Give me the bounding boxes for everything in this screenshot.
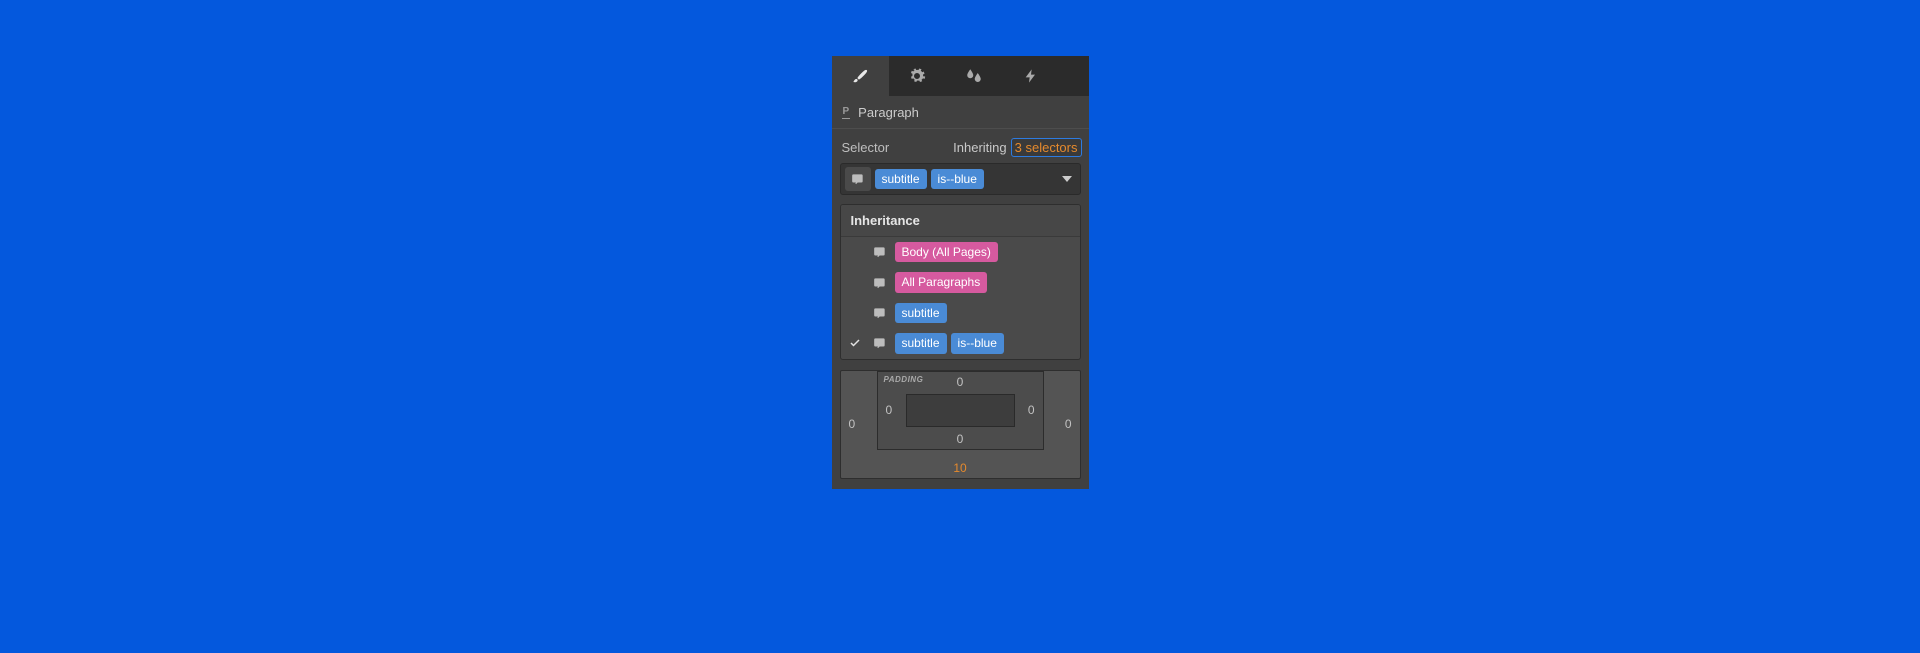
selector-tag: Body (All Pages) [895,242,998,262]
tab-style[interactable] [832,56,889,96]
inheritance-header: Inheritance [841,205,1080,237]
tab-interactions[interactable] [1003,56,1060,96]
droplets-icon [965,67,983,85]
inheritance-dropdown: Inheritance Body (All Pages) All Paragra… [840,204,1081,360]
selector-header: Selector Inheriting 3 selectors [832,129,1089,163]
selector-input[interactable]: subtitle is--blue [840,163,1081,195]
inheritance-item[interactable]: subtitle [841,298,1080,328]
inheriting-button[interactable]: Inheriting 3 selectors [953,138,1081,157]
padding-left-value[interactable]: 0 [886,403,893,417]
tab-effects[interactable] [946,56,1003,96]
class-tag[interactable]: is--blue [931,169,984,189]
tab-settings[interactable] [889,56,946,96]
inheritance-item[interactable]: Body (All Pages) [841,237,1080,267]
chevron-down-icon[interactable] [1062,176,1072,182]
checkmark-icon [849,337,861,349]
selector-tag: is--blue [951,333,1004,353]
panel-tabs [832,56,1089,96]
margin-left-value[interactable]: 0 [849,417,856,431]
margin-bottom-value[interactable]: 10 [953,461,966,475]
padding-label: PADDING [884,375,924,384]
selector-label: Selector [842,140,890,155]
margin-box: 0 0 10 PADDING 0 0 0 0 [840,370,1081,479]
padding-top-value[interactable]: 0 [957,375,964,389]
state-icon [851,172,865,186]
inheriting-label: Inheriting [953,140,1006,155]
gear-icon [908,67,926,85]
padding-bottom-value[interactable]: 0 [957,432,964,446]
inheriting-count: 3 selectors [1011,138,1082,157]
inheritance-item[interactable]: All Paragraphs [841,267,1080,297]
class-tag[interactable]: subtitle [875,169,927,189]
paragraph-type-icon: P [842,107,851,119]
inheritance-item[interactable]: subtitle is--blue [841,328,1080,358]
selector-tag: All Paragraphs [895,272,988,292]
selector-state-button[interactable] [845,167,871,191]
state-icon [871,336,889,350]
padding-box: PADDING 0 0 0 0 [877,371,1044,450]
check-column [845,337,865,349]
margin-right-value[interactable]: 0 [1065,417,1072,431]
style-panel: P Paragraph Selector Inheriting 3 select… [832,56,1089,489]
selector-tag: subtitle [895,303,947,323]
element-row: P Paragraph [832,96,1089,129]
element-name: Paragraph [858,105,919,120]
paintbrush-icon [851,67,870,86]
selector-tags: subtitle is--blue [875,169,984,189]
selector-tag: subtitle [895,333,947,353]
state-icon [871,276,889,290]
lightning-icon [1023,68,1039,84]
padding-right-value[interactable]: 0 [1028,403,1035,417]
content-box [906,394,1015,427]
spacing-boxmodel: 0 0 10 PADDING 0 0 0 0 [840,370,1081,479]
state-icon [871,306,889,320]
state-icon [871,245,889,259]
